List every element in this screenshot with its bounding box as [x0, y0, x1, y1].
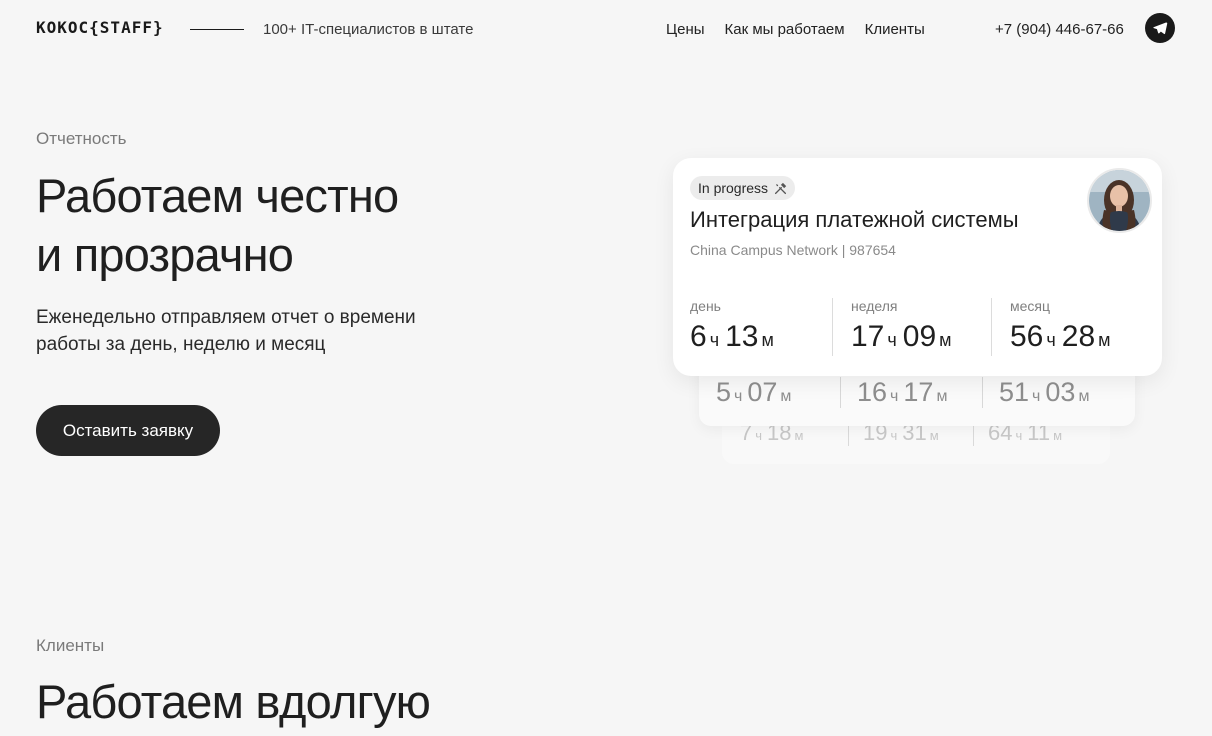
tools-icon	[775, 182, 787, 194]
stat-week: неделя 17 ч 09 м	[832, 298, 991, 356]
phone-link[interactable]: +7 (904) 446-67-66	[995, 21, 1124, 38]
stat-value: 56 ч 28 м	[1010, 320, 1111, 353]
telegram-icon	[1153, 22, 1168, 35]
nav-link-prices[interactable]: Цены	[666, 21, 705, 38]
status-badge: In progress	[690, 176, 796, 200]
stat-label: месяц	[1010, 298, 1051, 314]
telegram-button[interactable]	[1145, 13, 1175, 43]
stat-label: день	[690, 298, 721, 314]
report-card: In progress Интеграция платежной системы…	[673, 158, 1162, 376]
task-subtitle: China Campus Network | 987654	[690, 242, 896, 258]
logo[interactable]: КОКОС{STAFF}	[36, 18, 164, 37]
section-eyebrow-clients: Клиенты	[36, 636, 105, 655]
stat-value: 6ч 13 м	[690, 320, 774, 353]
ghost-stat: 16 ч 17 м	[857, 377, 948, 407]
status-label: In progress	[698, 180, 769, 196]
ghost-stat: 5ч 07 м	[716, 377, 792, 407]
time-stats: день 6ч 13 м неделя 17 ч 09 м месяц 56 ч 28 м	[690, 298, 1150, 356]
site-header: КОКОС{STAFF} 100+ IT-специалистов в штат…	[0, 0, 1212, 60]
stat-day: день 6ч 13 м	[690, 298, 832, 356]
nav-link-how-we-work[interactable]: Как мы работаем	[725, 21, 845, 38]
task-title: Интеграция платежной системы	[690, 207, 1019, 232]
submit-request-button[interactable]: Оставить заявку	[36, 405, 220, 456]
avatar	[1087, 168, 1152, 233]
avatar-image	[1089, 170, 1150, 231]
section-eyebrow-reports: Отчетность	[36, 129, 127, 148]
hero-title: Работаем честно и прозрачно	[36, 169, 399, 281]
clients-title: Работаем вдолгую	[36, 675, 431, 728]
page: КОКОС{STAFF} 100+ IT-специалистов в штат…	[0, 0, 1212, 736]
ghost-stat: 51 ч 03 м	[999, 377, 1090, 407]
stat-value: 17 ч 09 м	[851, 320, 952, 353]
stat-month: месяц 56 ч 28 м	[991, 298, 1150, 356]
main-nav: Цены Как мы работаем Клиенты	[666, 21, 925, 38]
nav-link-clients[interactable]: Клиенты	[865, 21, 925, 38]
stat-label: неделя	[851, 298, 898, 314]
hero-lead: Еженедельно отправляем отчет о времени р…	[36, 307, 416, 355]
tagline: 100+ IT-специалистов в штате	[263, 21, 474, 38]
logo-divider	[190, 29, 244, 30]
